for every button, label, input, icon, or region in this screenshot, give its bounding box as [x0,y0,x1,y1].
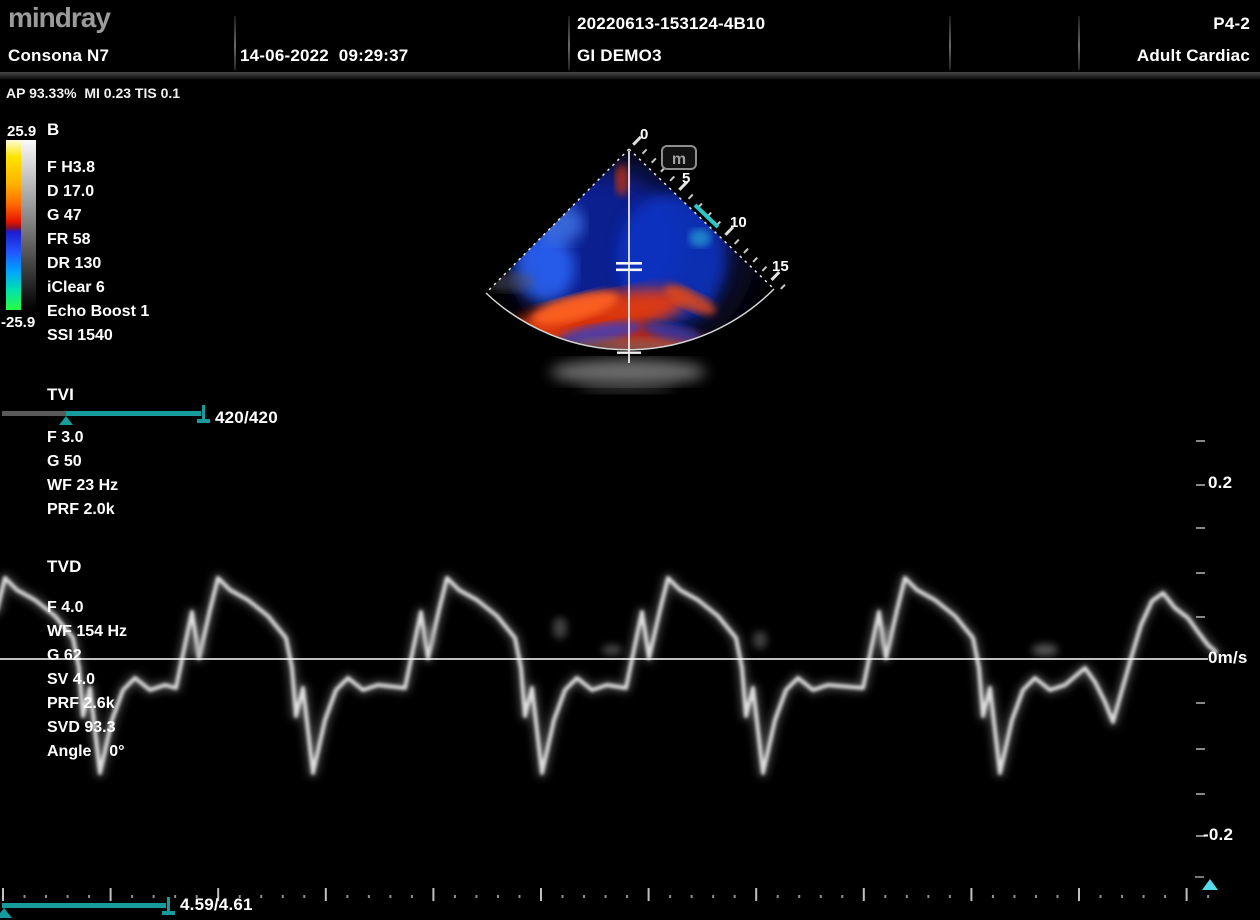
velocity-baseline-label: 0m/s [1208,648,1248,668]
b-mode-param: DR 130 [47,252,149,276]
ultrasound-screen: 0 5 10 15 m [0,0,1260,920]
velocity-max-label: 0.2 [1208,473,1232,493]
header-bar: mindray Consona N7 14-06-2022 09:29:37 2… [0,0,1260,72]
tvd-mode-label: TVD [47,557,82,577]
grayscale-bar [21,140,36,310]
sweep-position-marker[interactable] [1202,879,1218,890]
spectral-speckle [192,617,1058,656]
cine-time-counter: 4.59/4.61 [180,895,253,915]
tvi-param: WF 23 Hz [47,474,118,498]
svg-text:m: m [672,151,686,168]
header-divider [949,16,951,70]
tvi-params: F 3.0G 50WF 23 HzPRF 2.0k [47,426,118,522]
acoustic-output-status: AP 93.33% MI 0.23 TIS 0.1 [6,85,180,101]
b-mode-param: SSI 1540 [47,324,149,348]
cine-time-thumb[interactable] [0,908,12,918]
exam-preset: Adult Cardiac [1137,46,1250,66]
sweep-position-dash [1195,876,1204,878]
header-divider [568,16,570,70]
tvd-param: F 4.0 [47,596,127,620]
velocity-min-label: -0.2 [1203,825,1233,845]
orientation-m-logo-icon: m [662,146,696,169]
tvi-frame-counter: 420/420 [215,408,278,428]
sector-image: 0 5 10 15 m [486,126,789,393]
datetime: 14-06-2022 09:29:37 [240,46,408,66]
tvd-param: SV 4.0 [47,668,127,692]
tvi-mode-label: TVI [47,385,74,405]
tvd-params: F 4.0WF 154 HzG 62SV 4.0PRF 2.6kSVD 93.3… [47,596,127,764]
tvi-cine-track[interactable] [2,411,66,416]
depth-label-15: 15 [772,258,789,275]
b-mode-param: G 47 [47,204,149,228]
b-mode-param: iClear 6 [47,276,149,300]
b-mode-label: B [47,120,59,140]
machine-model: Consona N7 [8,46,109,66]
doppler-colorbar [6,140,21,310]
b-mode-param: Echo Boost 1 [47,300,149,324]
colorbar-min-label: -25.9 [1,314,35,331]
b-mode-param: FR 58 [47,228,149,252]
header-divider [234,16,236,70]
spectral-waveform [0,441,1216,901]
tvd-param: SVD 93.3 [47,716,127,740]
tvi-cine-end-marker-base [197,419,210,423]
b-mode-param: D 17.0 [47,180,149,204]
tvd-param: G 62 [47,644,127,668]
depth-label-10: 10 [730,214,747,231]
tvi-param: F 3.0 [47,426,118,450]
probe-name: P4-2 [1213,14,1250,34]
b-mode-params: F H3.8D 17.0G 47FR 58DR 130iClear 6Echo … [47,156,149,348]
b-mode-param: F H3.8 [47,156,149,180]
tvi-cine-progress[interactable] [66,411,201,416]
cursor-foot-mark [617,352,641,354]
depth-label-0: 0 [640,126,648,143]
brand-logo: mindray [8,2,110,34]
header-bevel [0,72,1260,80]
cine-time-end-marker-base [162,911,175,915]
tvd-param: Angle 0° [47,740,127,764]
depth-label-5: 5 [682,170,690,187]
colorbar-max-label: 25.9 [7,123,36,140]
tvd-param: PRF 2.6k [47,692,127,716]
header-divider [1078,16,1080,70]
tvi-cine-thumb[interactable] [59,416,73,425]
image-canvas: 0 5 10 15 m [0,0,1260,920]
cine-time-progress[interactable] [2,903,166,908]
patient-name: GI DEMO3 [577,46,662,66]
tvi-param: G 50 [47,450,118,474]
tvi-param: PRF 2.0k [47,498,118,522]
exam-id: 20220613-153124-4B10 [577,14,765,34]
tvd-param: WF 154 Hz [47,620,127,644]
